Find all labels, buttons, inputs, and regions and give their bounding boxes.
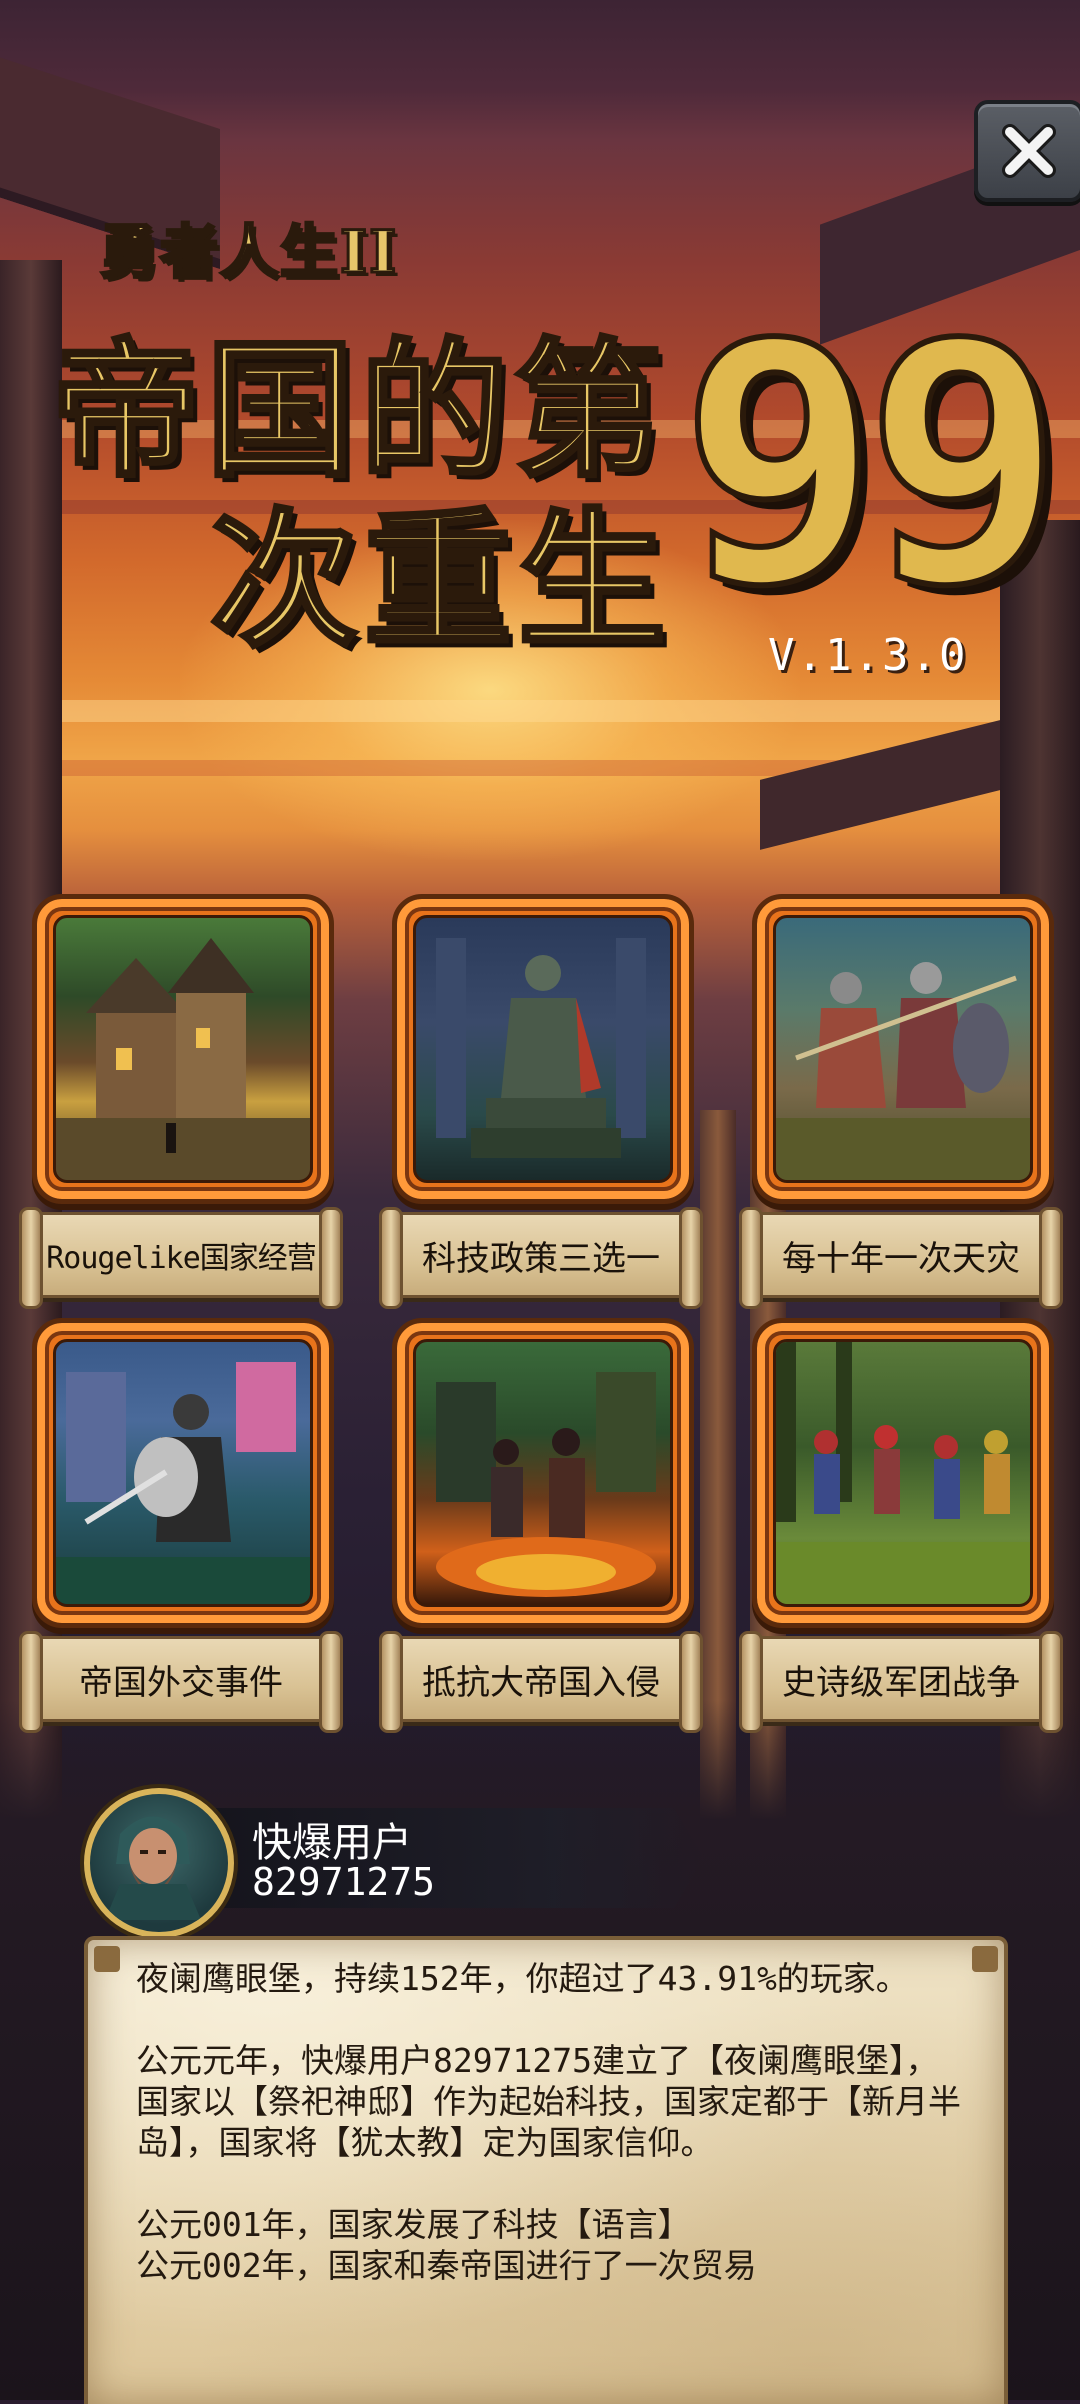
cloud-stripe	[0, 700, 1080, 722]
bearded-man-portrait	[105, 1816, 201, 1920]
user-panel: 快爆用户 82971275	[84, 1788, 704, 1938]
close-icon	[1002, 124, 1056, 178]
chronicle-entry: 公元002年，国家和秦帝国进行了一次贸易	[136, 2246, 757, 2285]
close-button[interactable]	[974, 100, 1080, 202]
town-art	[53, 915, 313, 1183]
chronicle-entry: 公元001年，国家发展了科技【语言】	[136, 2205, 691, 2244]
feature-label: 帝国外交事件	[79, 1662, 283, 1703]
chronicle-summary: 夜阑鹰眼堡，持续152年，你超过了43.91%的玩家。	[136, 1959, 909, 1998]
feature-card[interactable]: Rougelike国家经营	[19, 894, 343, 1314]
feature-card[interactable]: 每十年一次天灾	[739, 894, 1063, 1314]
feature-frame[interactable]	[392, 894, 694, 1204]
feature-frame[interactable]	[752, 1318, 1054, 1628]
feature-card[interactable]: 帝国外交事件	[19, 1318, 343, 1738]
chronicle-log: 夜阑鹰眼堡，持续152年，你超过了43.91%的玩家。 公元元年，快爆用户829…	[136, 1958, 964, 2286]
feature-label-scroll: 科技政策三选一	[379, 1207, 703, 1309]
feature-card[interactable]: 史诗级军团战争	[739, 1318, 1063, 1738]
feature-label: 每十年一次天灾	[782, 1238, 1020, 1279]
army-march-art	[773, 1339, 1033, 1607]
knights-battle-art	[773, 915, 1033, 1183]
user-id: 82971275	[252, 1860, 436, 1904]
feature-label-scroll: Rougelike国家经营	[19, 1207, 343, 1309]
feature-label-scroll: 帝国外交事件	[19, 1631, 343, 1733]
feature-label: 科技政策三选一	[422, 1238, 660, 1279]
game-subtitle: 勇者人生II	[98, 217, 399, 288]
parchment-corner	[94, 1946, 120, 1972]
feature-label: 史诗级军团战争	[782, 1662, 1020, 1703]
feature-card[interactable]: 科技政策三选一	[379, 894, 703, 1314]
game-title-line2: 次重生	[208, 491, 672, 669]
burning-city-art	[413, 1339, 673, 1607]
parchment-corner	[972, 1946, 998, 1972]
avatar[interactable]	[84, 1788, 234, 1938]
version-label: V.1.3.0	[768, 630, 968, 681]
feature-label: Rougelike国家经营	[46, 1241, 317, 1276]
chronicle-panel[interactable]: 夜阑鹰眼堡，持续152年，你超过了43.91%的玩家。 公元元年，快爆用户829…	[84, 1936, 1008, 2404]
feature-frame[interactable]	[32, 1318, 334, 1628]
game-title-number: 99	[677, 273, 1066, 657]
feature-label-scroll: 每十年一次天灾	[739, 1207, 1063, 1309]
statue-art	[413, 915, 673, 1183]
feature-label-scroll: 抵抗大帝国入侵	[379, 1631, 703, 1733]
feature-frame[interactable]	[392, 1318, 694, 1628]
feature-frame[interactable]	[32, 894, 334, 1204]
feature-label: 抵抗大帝国入侵	[422, 1662, 660, 1703]
warrior-art	[53, 1339, 313, 1607]
feature-label-scroll: 史诗级军团战争	[739, 1631, 1063, 1733]
feature-frame[interactable]	[752, 894, 1054, 1204]
feature-card[interactable]: 抵抗大帝国入侵	[379, 1318, 703, 1738]
chronicle-founding: 公元元年，快爆用户82971275建立了【夜阑鹰眼堡】，国家以【祭祀神邸】作为起…	[136, 2041, 961, 2162]
